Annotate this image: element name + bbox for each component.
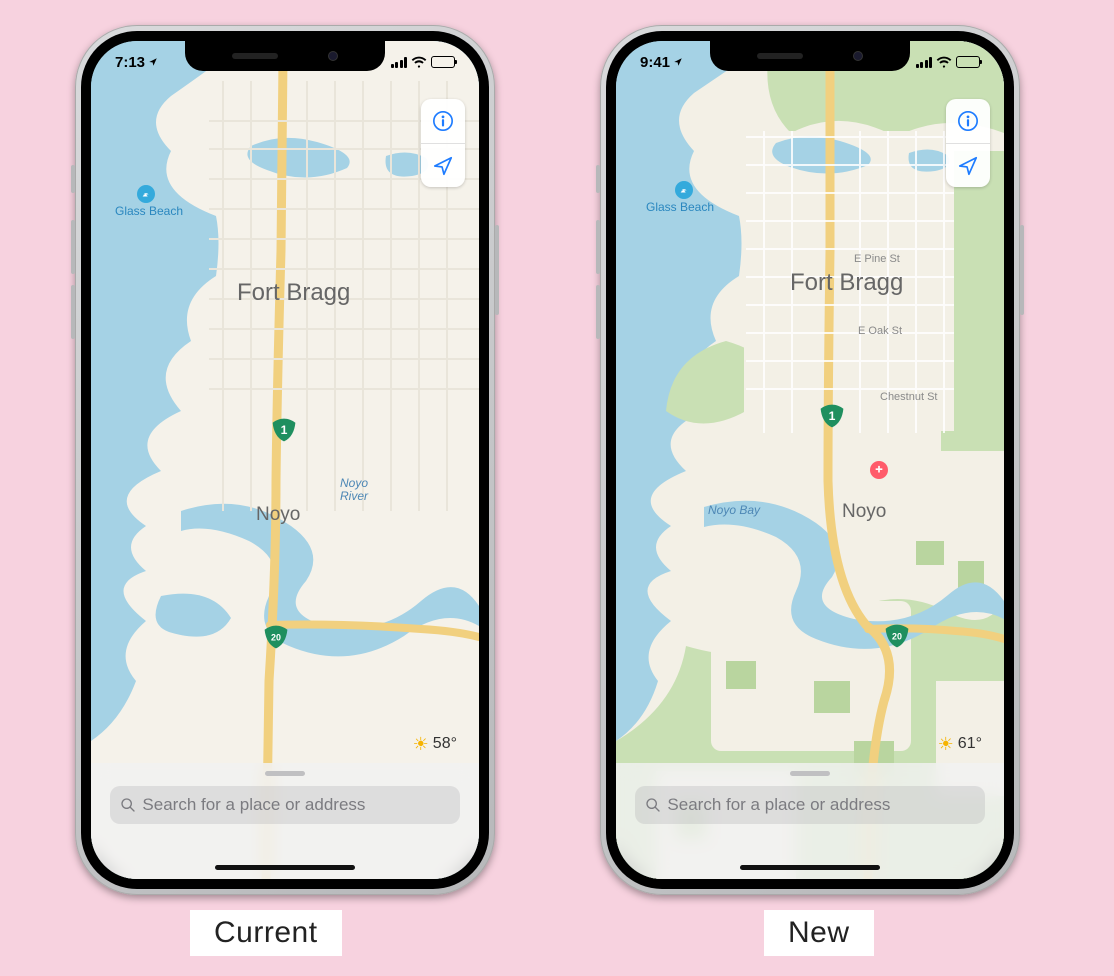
device-frame: Glass Beach Fort Bragg Noyo NoyoRiver 1 … <box>75 25 495 895</box>
device-frame: Glass Beach E Pine St Fort Bragg E Oak S… <box>600 25 1020 895</box>
side-button <box>1020 225 1024 315</box>
info-icon <box>432 110 454 132</box>
map-controls <box>946 99 990 187</box>
drag-grabber[interactable] <box>790 771 830 776</box>
cellular-signal-icon <box>391 57 408 68</box>
battery-icon <box>956 56 980 68</box>
phone-current: Glass Beach Fort Bragg Noyo NoyoRiver 1 … <box>75 25 495 895</box>
side-button <box>495 225 499 315</box>
bay-label: Noyo Bay <box>708 503 760 517</box>
temperature: 58° <box>433 735 457 753</box>
bottom-panel[interactable]: Search for a place or address <box>91 763 479 879</box>
search-placeholder: Search for a place or address <box>142 795 365 815</box>
town-label: Noyo <box>256 504 300 526</box>
sun-icon: ☀︎ <box>938 735 954 753</box>
notch <box>185 41 385 71</box>
beach-poi-icon[interactable] <box>675 181 693 199</box>
beach-poi-icon[interactable] <box>137 185 155 203</box>
location-arrow-icon <box>432 155 454 177</box>
location-services-icon <box>673 57 683 67</box>
ringer-switch <box>596 165 600 193</box>
info-icon <box>957 110 979 132</box>
highway-shield-20: 20 <box>884 623 910 649</box>
river-label: NoyoRiver <box>340 477 368 503</box>
location-services-icon <box>148 57 158 67</box>
beach-poi-label[interactable]: Glass Beach <box>115 204 183 218</box>
highway-shield-1: 1 <box>819 403 845 429</box>
ringer-switch <box>71 165 75 193</box>
phone-new: Glass Beach E Pine St Fort Bragg E Oak S… <box>600 25 1020 895</box>
location-arrow-icon <box>957 155 979 177</box>
caption-new: New <box>764 910 874 956</box>
search-input[interactable]: Search for a place or address <box>635 786 984 824</box>
temperature: 61° <box>958 735 982 753</box>
beach-poi-label[interactable]: Glass Beach <box>646 200 714 214</box>
volume-down <box>71 285 75 339</box>
search-placeholder: Search for a place or address <box>667 795 890 815</box>
street-chestnut: Chestnut St <box>880 391 937 403</box>
svg-text:1: 1 <box>829 409 836 423</box>
search-icon <box>120 797 136 813</box>
drag-grabber[interactable] <box>265 771 305 776</box>
screen: Glass Beach Fort Bragg Noyo NoyoRiver 1 … <box>91 41 479 879</box>
earpiece <box>757 53 803 59</box>
map-controls <box>421 99 465 187</box>
notch <box>710 41 910 71</box>
volume-up <box>596 220 600 274</box>
earpiece <box>232 53 278 59</box>
street-oak: E Oak St <box>858 325 902 337</box>
town-label: Noyo <box>842 501 886 523</box>
clock: 7:13 <box>115 54 145 71</box>
home-indicator[interactable] <box>740 865 880 870</box>
cellular-signal-icon <box>916 57 933 68</box>
locate-button[interactable] <box>946 143 990 187</box>
screen: Glass Beach E Pine St Fort Bragg E Oak S… <box>616 41 1004 879</box>
highway-shield-20: 20 <box>263 624 289 650</box>
caption-current: Current <box>190 910 342 956</box>
weather-chip[interactable]: ☀︎ 61° <box>938 735 982 753</box>
locate-button[interactable] <box>421 143 465 187</box>
svg-text:1: 1 <box>281 423 288 437</box>
info-button[interactable] <box>946 99 990 143</box>
wifi-icon <box>411 56 427 68</box>
svg-text:20: 20 <box>271 632 281 642</box>
volume-up <box>71 220 75 274</box>
hospital-poi-icon[interactable] <box>870 461 888 479</box>
front-camera <box>853 51 863 61</box>
bottom-panel[interactable]: Search for a place or address <box>616 763 1004 879</box>
info-button[interactable] <box>421 99 465 143</box>
volume-down <box>596 285 600 339</box>
svg-text:20: 20 <box>892 631 902 641</box>
street-pine: E Pine St <box>854 253 900 265</box>
home-indicator[interactable] <box>215 865 355 870</box>
battery-icon <box>431 56 455 68</box>
sun-icon: ☀︎ <box>413 735 429 753</box>
city-label: Fort Bragg <box>790 269 903 297</box>
clock: 9:41 <box>640 54 670 71</box>
search-input[interactable]: Search for a place or address <box>110 786 459 824</box>
wifi-icon <box>936 56 952 68</box>
city-label: Fort Bragg <box>237 279 350 307</box>
search-icon <box>645 797 661 813</box>
front-camera <box>328 51 338 61</box>
highway-shield-1: 1 <box>271 417 297 443</box>
weather-chip[interactable]: ☀︎ 58° <box>413 735 457 753</box>
